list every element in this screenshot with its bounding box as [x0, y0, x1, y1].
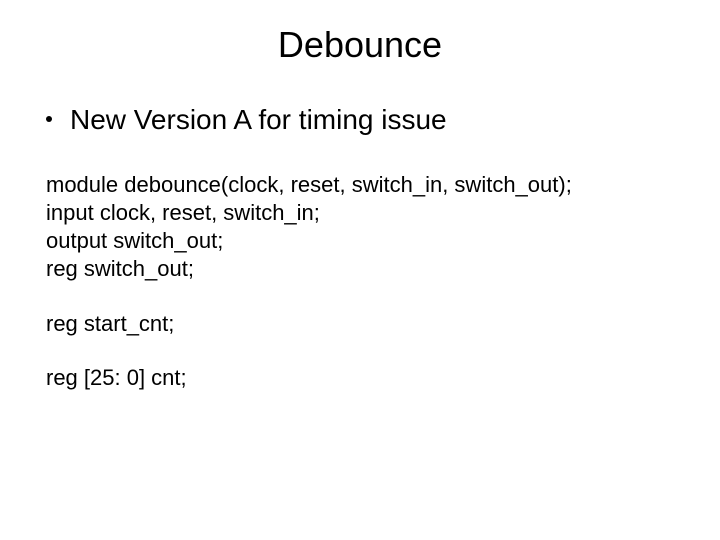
slide-title: Debounce [38, 24, 682, 66]
code-line: reg [25: 0] cnt; [46, 364, 682, 392]
spacer [46, 284, 682, 310]
code-line: module debounce(clock, reset, switch_in,… [46, 171, 682, 199]
code-line: reg switch_out; [46, 255, 682, 283]
bullet-list: New Version A for timing issue [46, 102, 682, 137]
code-block-main: module debounce(clock, reset, switch_in,… [46, 171, 682, 392]
bullet-item: New Version A for timing issue [46, 102, 682, 137]
bullet-text: New Version A for timing issue [70, 102, 447, 137]
spacer [46, 338, 682, 364]
slide: Debounce New Version A for timing issue … [0, 0, 720, 540]
code-line: output switch_out; [46, 227, 682, 255]
bullet-dot-icon [46, 116, 52, 122]
code-line: reg start_cnt; [46, 310, 682, 338]
code-line: input clock, reset, switch_in; [46, 199, 682, 227]
